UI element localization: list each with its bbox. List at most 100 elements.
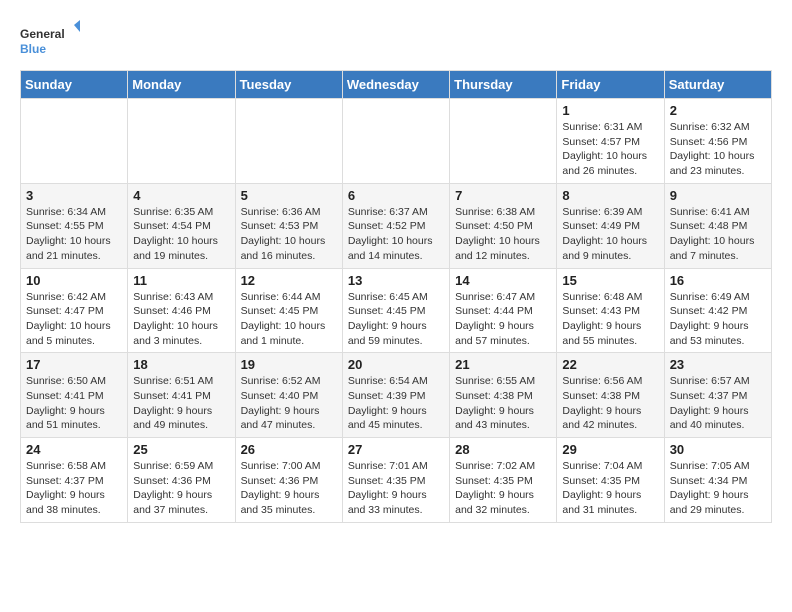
day-number: 6 bbox=[348, 188, 444, 203]
calendar-cell: 18Sunrise: 6:51 AM Sunset: 4:41 PM Dayli… bbox=[128, 353, 235, 438]
day-info: Sunrise: 6:43 AM Sunset: 4:46 PM Dayligh… bbox=[133, 290, 229, 349]
calendar-cell: 30 Sunrise: 7:05 AM Sunset: 4:34 PM Dayli… bbox=[664, 438, 771, 523]
logo: General Blue bbox=[20, 20, 80, 60]
logo-svg: General Blue bbox=[20, 20, 80, 60]
day-info: Sunrise: 6:38 AM Sunset: 4:50 PM Dayligh… bbox=[455, 205, 551, 264]
calendar-cell: 8 Sunrise: 6:39 AM Sunset: 4:49 PM Daylig… bbox=[557, 183, 664, 268]
weekday-header: Sunday bbox=[21, 71, 128, 99]
calendar-cell: 12 Sunrise: 6:44 AM Sunset: 4:45 PM Dayli… bbox=[235, 268, 342, 353]
day-info: Sunrise: 6:34 AM Sunset: 4:55 PM Dayligh… bbox=[26, 205, 122, 264]
calendar-cell: 27 Sunrise: 7:01 AM Sunset: 4:35 PM Dayli… bbox=[342, 438, 449, 523]
day-info: Sunrise: 6:37 AM Sunset: 4:52 PM Dayligh… bbox=[348, 205, 444, 264]
day-info: Sunrise: 7:05 AM Sunset: 4:34 PM Dayligh… bbox=[670, 459, 766, 518]
day-number: 14 bbox=[455, 273, 551, 288]
day-number: 16 bbox=[670, 273, 766, 288]
day-number: 25 bbox=[133, 442, 229, 457]
day-info: Sunrise: 6:50 AM Sunset: 4:41 PM Dayligh… bbox=[26, 374, 122, 433]
page-header: General Blue bbox=[20, 20, 772, 60]
calendar-cell: 11 Sunrise: 6:43 AM Sunset: 4:46 PM Dayli… bbox=[128, 268, 235, 353]
day-number: 2 bbox=[670, 103, 766, 118]
svg-text:Blue: Blue bbox=[20, 42, 46, 56]
weekday-header: Saturday bbox=[664, 71, 771, 99]
day-info: Sunrise: 6:36 AM Sunset: 4:53 PM Dayligh… bbox=[241, 205, 337, 264]
day-info: Sunrise: 6:42 AM Sunset: 4:47 PM Dayligh… bbox=[26, 290, 122, 349]
calendar-cell: 3 Sunrise: 6:34 AM Sunset: 4:55 PM Daylig… bbox=[21, 183, 128, 268]
day-info: Sunrise: 6:44 AM Sunset: 4:45 PM Dayligh… bbox=[241, 290, 337, 349]
calendar-cell: 17 Sunrise: 6:50 AM Sunset: 4:41 PM Dayli… bbox=[21, 353, 128, 438]
calendar-cell: 22 Sunrise: 6:56 AM Sunset: 4:38 PM Dayli… bbox=[557, 353, 664, 438]
day-info: Sunrise: 7:02 AM Sunset: 4:35 PM Dayligh… bbox=[455, 459, 551, 518]
calendar-cell: 16 Sunrise: 6:49 AM Sunset: 4:42 PM Dayli… bbox=[664, 268, 771, 353]
day-number: 21 bbox=[455, 357, 551, 372]
calendar-cell: 19 Sunrise: 6:52 AM Sunset: 4:40 PM Dayli… bbox=[235, 353, 342, 438]
calendar-cell: 10Sunrise: 6:42 AM Sunset: 4:47 PM Dayli… bbox=[21, 268, 128, 353]
day-info: Sunrise: 7:00 AM Sunset: 4:36 PM Dayligh… bbox=[241, 459, 337, 518]
calendar-table: SundayMondayTuesdayWednesdayThursdayFrid… bbox=[20, 70, 772, 523]
day-number: 8 bbox=[562, 188, 658, 203]
day-info: Sunrise: 6:58 AM Sunset: 4:37 PM Dayligh… bbox=[26, 459, 122, 518]
day-number: 24 bbox=[26, 442, 122, 457]
day-number: 9 bbox=[670, 188, 766, 203]
day-number: 7 bbox=[455, 188, 551, 203]
day-number: 1 bbox=[562, 103, 658, 118]
calendar-cell bbox=[450, 99, 557, 184]
day-number: 12 bbox=[241, 273, 337, 288]
day-number: 23 bbox=[670, 357, 766, 372]
day-number: 15 bbox=[562, 273, 658, 288]
calendar-cell: 9 Sunrise: 6:41 AM Sunset: 4:48 PM Daylig… bbox=[664, 183, 771, 268]
day-number: 17 bbox=[26, 357, 122, 372]
day-number: 5 bbox=[241, 188, 337, 203]
day-number: 4 bbox=[133, 188, 229, 203]
weekday-header: Friday bbox=[557, 71, 664, 99]
calendar-cell: 14 Sunrise: 6:47 AM Sunset: 4:44 PM Dayli… bbox=[450, 268, 557, 353]
day-info: Sunrise: 6:51 AM Sunset: 4:41 PM Dayligh… bbox=[133, 374, 229, 433]
calendar-cell bbox=[21, 99, 128, 184]
day-number: 3 bbox=[26, 188, 122, 203]
calendar-week-row: 1 Sunrise: 6:31 AM Sunset: 4:57 PM Daylig… bbox=[21, 99, 772, 184]
calendar-cell: 13Sunrise: 6:45 AM Sunset: 4:45 PM Dayli… bbox=[342, 268, 449, 353]
day-number: 26 bbox=[241, 442, 337, 457]
calendar-cell bbox=[235, 99, 342, 184]
weekday-header: Tuesday bbox=[235, 71, 342, 99]
calendar-cell bbox=[128, 99, 235, 184]
day-number: 27 bbox=[348, 442, 444, 457]
weekday-header: Monday bbox=[128, 71, 235, 99]
calendar-cell: 21 Sunrise: 6:55 AM Sunset: 4:38 PM Dayli… bbox=[450, 353, 557, 438]
day-number: 19 bbox=[241, 357, 337, 372]
calendar-week-row: 24 Sunrise: 6:58 AM Sunset: 4:37 PM Dayli… bbox=[21, 438, 772, 523]
day-info: Sunrise: 6:48 AM Sunset: 4:43 PM Dayligh… bbox=[562, 290, 658, 349]
svg-text:General: General bbox=[20, 27, 65, 41]
calendar-cell: 15 Sunrise: 6:48 AM Sunset: 4:43 PM Dayli… bbox=[557, 268, 664, 353]
calendar-cell: 2Sunrise: 6:32 AM Sunset: 4:56 PM Daylig… bbox=[664, 99, 771, 184]
day-number: 22 bbox=[562, 357, 658, 372]
calendar-header-row: SundayMondayTuesdayWednesdayThursdayFrid… bbox=[21, 71, 772, 99]
day-info: Sunrise: 6:47 AM Sunset: 4:44 PM Dayligh… bbox=[455, 290, 551, 349]
day-info: Sunrise: 6:49 AM Sunset: 4:42 PM Dayligh… bbox=[670, 290, 766, 349]
calendar-cell: 7 Sunrise: 6:38 AM Sunset: 4:50 PM Daylig… bbox=[450, 183, 557, 268]
weekday-header: Thursday bbox=[450, 71, 557, 99]
day-info: Sunrise: 6:31 AM Sunset: 4:57 PM Dayligh… bbox=[562, 120, 658, 179]
day-info: Sunrise: 6:54 AM Sunset: 4:39 PM Dayligh… bbox=[348, 374, 444, 433]
day-number: 29 bbox=[562, 442, 658, 457]
calendar-cell: 1 Sunrise: 6:31 AM Sunset: 4:57 PM Daylig… bbox=[557, 99, 664, 184]
day-info: Sunrise: 6:39 AM Sunset: 4:49 PM Dayligh… bbox=[562, 205, 658, 264]
day-number: 11 bbox=[133, 273, 229, 288]
day-info: Sunrise: 6:41 AM Sunset: 4:48 PM Dayligh… bbox=[670, 205, 766, 264]
calendar-cell: 5 Sunrise: 6:36 AM Sunset: 4:53 PM Daylig… bbox=[235, 183, 342, 268]
calendar-week-row: 10Sunrise: 6:42 AM Sunset: 4:47 PM Dayli… bbox=[21, 268, 772, 353]
day-info: Sunrise: 7:04 AM Sunset: 4:35 PM Dayligh… bbox=[562, 459, 658, 518]
day-info: Sunrise: 6:55 AM Sunset: 4:38 PM Dayligh… bbox=[455, 374, 551, 433]
day-number: 30 bbox=[670, 442, 766, 457]
calendar-cell: 20 Sunrise: 6:54 AM Sunset: 4:39 PM Dayli… bbox=[342, 353, 449, 438]
calendar-cell bbox=[342, 99, 449, 184]
day-number: 20 bbox=[348, 357, 444, 372]
day-info: Sunrise: 6:56 AM Sunset: 4:38 PM Dayligh… bbox=[562, 374, 658, 433]
day-info: Sunrise: 6:52 AM Sunset: 4:40 PM Dayligh… bbox=[241, 374, 337, 433]
calendar-week-row: 17 Sunrise: 6:50 AM Sunset: 4:41 PM Dayli… bbox=[21, 353, 772, 438]
day-info: Sunrise: 6:57 AM Sunset: 4:37 PM Dayligh… bbox=[670, 374, 766, 433]
calendar-cell: 28 Sunrise: 7:02 AM Sunset: 4:35 PM Dayli… bbox=[450, 438, 557, 523]
day-number: 28 bbox=[455, 442, 551, 457]
weekday-header: Wednesday bbox=[342, 71, 449, 99]
day-info: Sunrise: 7:01 AM Sunset: 4:35 PM Dayligh… bbox=[348, 459, 444, 518]
calendar-cell: 24 Sunrise: 6:58 AM Sunset: 4:37 PM Dayli… bbox=[21, 438, 128, 523]
